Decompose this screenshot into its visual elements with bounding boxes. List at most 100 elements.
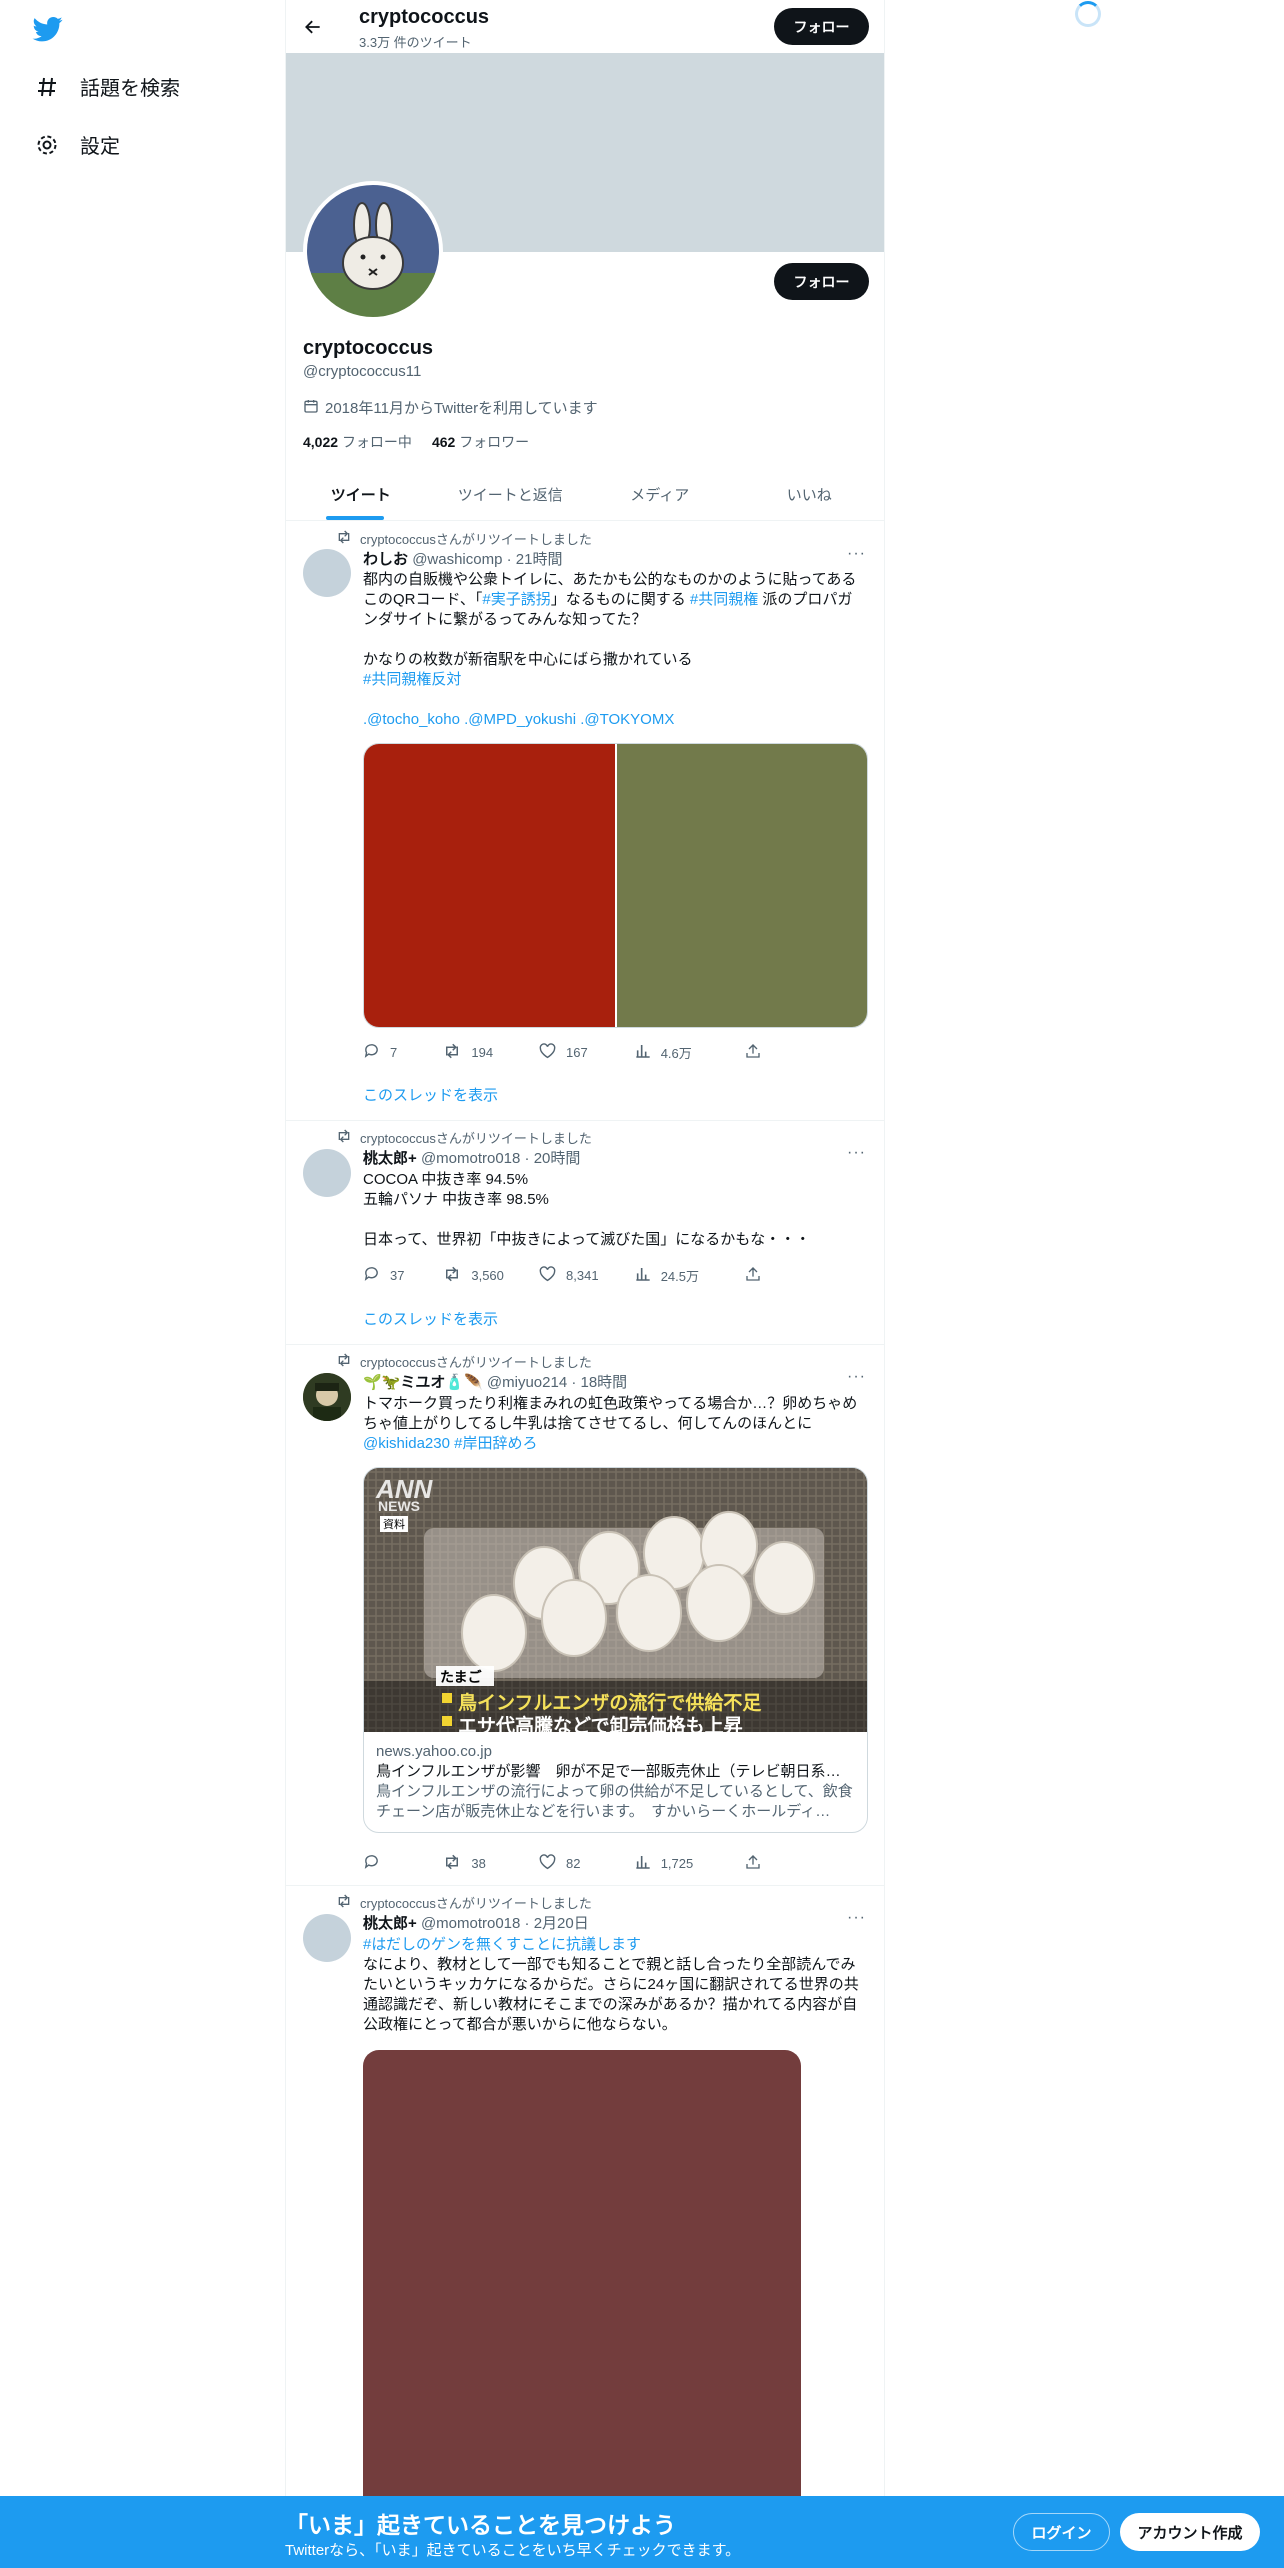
reply-count: 7 xyxy=(390,1044,398,1060)
author-meta: @washicomp · 21時間 xyxy=(412,551,563,568)
views-button[interactable]: 1,725 xyxy=(635,1853,745,1873)
back-arrow-icon[interactable] xyxy=(298,12,328,42)
tweet-line: なにより、教材として一部でも知ることで親と話し合ったり全部読んでみ xyxy=(363,1956,856,1973)
profile-tabs: ツイート ツイートと返信 メディア いいね xyxy=(286,468,884,521)
card-text: news.yahoo.co.jp 鳥インフルエンザが影響 卵が不足で一部販売休止… xyxy=(364,1732,867,1832)
profile-follow-button[interactable]: フォロー xyxy=(774,263,869,300)
tweet-line: @kishida230 #岸田辞めろ xyxy=(363,1434,868,1454)
retweeted-by-text: cryptococcusさんがリツイートしました xyxy=(360,1355,592,1370)
tweet-text: #はだしのゲンを無くすことに抗議します なにより、教材として一部でも知ることで親… xyxy=(363,1935,868,2035)
retweeted-by-text: cryptococcusさんがリツイートしました xyxy=(360,1131,592,1146)
views-icon xyxy=(635,1266,651,1285)
show-thread-link[interactable]: このスレッドを表示 xyxy=(363,1308,498,1329)
hashtag-link[interactable]: #はだしのゲンを無くすことに抗議します xyxy=(363,1935,868,1955)
author-name[interactable]: 桃太郎+ xyxy=(363,1150,417,1167)
nav-explore[interactable]: 話題を検索 xyxy=(34,72,180,101)
tweet-actions: 38 82 1,725 xyxy=(363,1853,783,1873)
author-name[interactable]: 桃太郎+ xyxy=(363,1915,417,1932)
tweet[interactable]: cryptococcusさんがリツイートしました 桃太郎+ @momotro01… xyxy=(286,1121,884,1345)
tab-tweets[interactable]: ツイート xyxy=(286,468,436,520)
signup-button[interactable]: アカウント作成 xyxy=(1120,2513,1260,2551)
retweet-icon xyxy=(443,1854,461,1873)
share-button[interactable] xyxy=(745,1853,783,1873)
link-card[interactable]: ANN NEWS 資料 たまご 鳥インフルエンザの流行で供給不足 エサ代高騰など… xyxy=(363,1467,868,1833)
views-button[interactable]: 4.6万 xyxy=(635,1042,745,1062)
tweet-line: ちゃ値上がりしてるし牛乳は捨てさせてるし、何してんのほんとに xyxy=(363,1415,813,1432)
tweet-header: 桃太郎+ @momotro018 · 2月20日 xyxy=(363,1912,589,1933)
profile-header: cryptococcus 3.3万 件のツイート フォロー xyxy=(286,0,884,53)
mention-link[interactable]: @kishida230 xyxy=(363,1435,450,1452)
more-icon[interactable]: ··· xyxy=(847,1909,866,1927)
like-count: 167 xyxy=(566,1044,588,1060)
reply-button[interactable]: 7 xyxy=(363,1042,443,1062)
profile-handle: @cryptococcus11 xyxy=(303,363,422,380)
card-image[interactable]: ANN NEWS 資料 たまご 鳥インフルエンザの流行で供給不足 エサ代高騰など… xyxy=(364,1468,867,1732)
nav-settings[interactable]: 設定 xyxy=(34,130,120,159)
hashtag-link[interactable]: #実子誘拐 xyxy=(482,591,550,608)
caption-line: エサ代高騰などで卸売価格も上昇 xyxy=(458,1716,743,1732)
share-icon xyxy=(745,1854,761,1873)
retweeted-by-text: cryptococcusさんがリツイートしました xyxy=(360,532,592,547)
tweet-media[interactable] xyxy=(363,743,868,1028)
tweet[interactable]: cryptococcusさんがリツイートしました 桃太郎+ @momotro01… xyxy=(286,1886,884,2568)
show-thread-link[interactable]: このスレッドを表示 xyxy=(363,1084,498,1105)
tweet-line: 公政権にとって都合が悪いからに他ならない。 xyxy=(363,2016,677,2033)
like-button[interactable]: 167 xyxy=(539,1042,635,1062)
tab-media[interactable]: メディア xyxy=(585,468,735,520)
mention-links[interactable]: .@tocho_koho .@MPD_yokushi .@TOKYOMX xyxy=(363,710,868,730)
retweet-button[interactable]: 3,560 xyxy=(443,1265,539,1285)
retweet-indicator: cryptococcusさんがリツイートしました xyxy=(336,529,592,548)
more-icon[interactable]: ··· xyxy=(847,1144,866,1162)
media-image[interactable] xyxy=(616,744,867,1027)
more-icon[interactable]: ··· xyxy=(847,1368,866,1386)
reply-button[interactable]: 37 xyxy=(363,1265,443,1285)
tweet-header: わしお @washicomp · 21時間 xyxy=(363,548,562,569)
media-image[interactable] xyxy=(364,744,615,1027)
profile-name: cryptococcus xyxy=(303,337,434,359)
login-button[interactable]: ログイン xyxy=(1013,2513,1110,2551)
tweet-line: COCOA 中抜き率 94.5% xyxy=(363,1171,529,1188)
hashtag-link[interactable]: #共同親権反対 xyxy=(363,670,868,690)
avatar[interactable] xyxy=(303,549,351,597)
loading-spinner-icon xyxy=(1075,1,1101,27)
like-button[interactable]: 8,341 xyxy=(539,1265,635,1285)
avatar[interactable] xyxy=(303,1914,351,1962)
heart-icon xyxy=(539,1265,556,1285)
avatar[interactable] xyxy=(303,1149,351,1197)
header-follow-button[interactable]: フォロー xyxy=(774,8,869,45)
profile-joined: 2018年11月からTwitterを利用しています xyxy=(303,397,598,418)
tweet-line: 日本って、世界初「中抜きによって滅びた国」になるかもな・・・ xyxy=(363,1231,811,1248)
more-icon[interactable]: ··· xyxy=(847,545,866,563)
card-title: 鳥インフルエンザが影響 卵が不足で一部販売休止（テレビ朝日系（… xyxy=(376,1763,855,1780)
followers-link[interactable]: 462 フォロワー xyxy=(432,432,529,452)
tweet-line: ンダサイトに繋がるってみんな知ってた？ xyxy=(363,611,647,628)
author-name[interactable]: わしお xyxy=(363,551,408,568)
avatar[interactable] xyxy=(303,1373,351,1421)
share-button[interactable] xyxy=(745,1042,783,1062)
author-name[interactable]: 🌱🦖ミユオ🧴🪶 xyxy=(363,1374,483,1391)
image-tag: 資料 xyxy=(380,1516,408,1532)
reply-button[interactable] xyxy=(363,1853,443,1873)
tab-likes[interactable]: いいね xyxy=(735,468,885,520)
retweet-button[interactable]: 38 xyxy=(443,1853,539,1873)
following-link[interactable]: 4,022 フォロー中 xyxy=(303,432,412,452)
tweet[interactable]: cryptococcusさんがリツイートしました わしお @washicomp … xyxy=(286,521,884,1121)
tweet-line: 五輪パソナ 中抜き率 98.5% xyxy=(363,1191,549,1208)
retweet-icon xyxy=(336,530,352,547)
tweet[interactable]: cryptococcusさんがリツイートしました 🌱🦖ミユオ🧴🪶 @miyuo2… xyxy=(286,1345,884,1886)
reply-icon xyxy=(363,1265,380,1285)
tab-tweets-replies[interactable]: ツイートと返信 xyxy=(436,468,586,520)
nav-explore-label: 話題を検索 xyxy=(80,78,180,100)
retweet-button[interactable]: 194 xyxy=(443,1042,539,1062)
views-button[interactable]: 24.5万 xyxy=(635,1265,745,1285)
like-button[interactable]: 82 xyxy=(539,1853,635,1873)
media-image[interactable] xyxy=(363,2050,801,2568)
share-button[interactable] xyxy=(745,1265,783,1285)
profile-avatar[interactable] xyxy=(303,181,443,321)
twitter-logo-icon[interactable] xyxy=(32,14,64,44)
reply-count: 37 xyxy=(390,1267,405,1283)
hashtag-link[interactable]: #岸田辞めろ xyxy=(454,1435,537,1452)
hashtag-link[interactable]: #共同親権 xyxy=(690,591,758,608)
